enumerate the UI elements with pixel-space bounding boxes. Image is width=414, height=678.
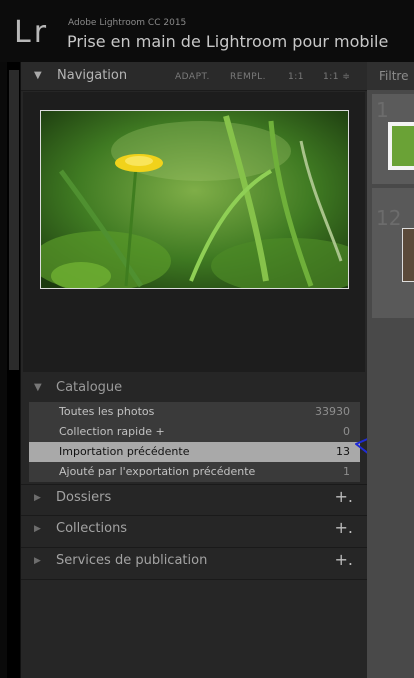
lightroom-logo: Lr (14, 15, 50, 50)
navigator-preview-image[interactable] (40, 110, 349, 289)
catalog-list: Toutes les photos 33930 Collection rapid… (29, 402, 360, 482)
grid-area: Filtre 1 12 (367, 62, 414, 678)
section-collections[interactable]: ▶ Collections +. (21, 515, 367, 544)
section-folders[interactable]: ▶ Dossiers +. (21, 484, 367, 513)
left-panel: ▼ Navigation ADAPT. REMPL. 1:1 1:1 ≑ ▼ C… (20, 62, 368, 678)
catalog-item-label: Collection rapide + (59, 425, 165, 438)
thumbnail-number: 12 (376, 206, 402, 230)
catalog-name: Prise en main de Lightroom pour mobile (67, 32, 389, 51)
thumbnail-cell[interactable]: 12 (372, 188, 414, 318)
zoom-fill[interactable]: REMPL. (230, 72, 266, 82)
thumbnail-image[interactable] (402, 228, 414, 282)
title-bar: Lr Adobe Lightroom CC 2015 Prise en main… (0, 0, 414, 62)
thumbnail-number: 1 (376, 98, 389, 122)
add-icon[interactable]: +. (335, 487, 354, 506)
navigator-header[interactable]: ▼ Navigation ADAPT. REMPL. 1:1 1:1 ≑ (21, 62, 367, 91)
catalog-item-count: 13 (336, 445, 350, 458)
section-label: Dossiers (56, 490, 112, 505)
navigator-title: Navigation (57, 68, 128, 83)
catalog-item-previous-export[interactable]: Ajouté par l'exportation précédente 1 (29, 462, 360, 482)
filter-bar[interactable]: Filtre (367, 62, 414, 90)
section-publish-services[interactable]: ▶ Services de publication +. (21, 547, 367, 576)
section-label: Services de publication (56, 553, 208, 568)
section-label: Collections (56, 521, 128, 536)
filter-label[interactable]: Filtre (379, 69, 408, 83)
catalog-item-count: 0 (343, 425, 350, 438)
section-divider (21, 579, 367, 581)
catalog-title: Catalogue (56, 380, 123, 395)
catalog-item-count: 1 (343, 465, 350, 478)
add-icon[interactable]: +. (335, 518, 354, 537)
left-panel-collapse-strip[interactable] (9, 70, 19, 370)
expand-triangle-icon[interactable]: ▶ (34, 556, 41, 566)
catalog-item-all-photos[interactable]: Toutes les photos 33930 (29, 402, 360, 422)
add-icon[interactable]: +. (335, 550, 354, 569)
zoom-1-1[interactable]: 1:1 (288, 72, 304, 82)
catalog-item-label: Toutes les photos (59, 405, 155, 418)
expand-triangle-icon[interactable]: ▶ (34, 493, 41, 503)
left-edge (0, 62, 7, 678)
thumbnail-image[interactable] (392, 126, 414, 166)
catalog-item-label: Ajouté par l'exportation précédente (59, 465, 256, 478)
expand-triangle-icon[interactable]: ▶ (34, 524, 41, 534)
catalog-item-label: Importation précédente (59, 445, 190, 458)
catalog-collapse-icon[interactable]: ▼ (34, 382, 42, 393)
thumbnail-cell[interactable]: 1 (372, 94, 414, 184)
catalog-item-previous-import[interactable]: Importation précédente 13 (29, 442, 360, 462)
app-name: Adobe Lightroom CC 2015 (68, 18, 187, 28)
catalog-item-quick-collection[interactable]: Collection rapide + 0 (29, 422, 360, 442)
catalog-item-count: 33930 (315, 405, 350, 418)
collapse-triangle-icon[interactable]: ▼ (34, 70, 42, 81)
zoom-adapt[interactable]: ADAPT. (175, 72, 210, 82)
zoom-custom[interactable]: 1:1 ≑ (323, 72, 350, 82)
